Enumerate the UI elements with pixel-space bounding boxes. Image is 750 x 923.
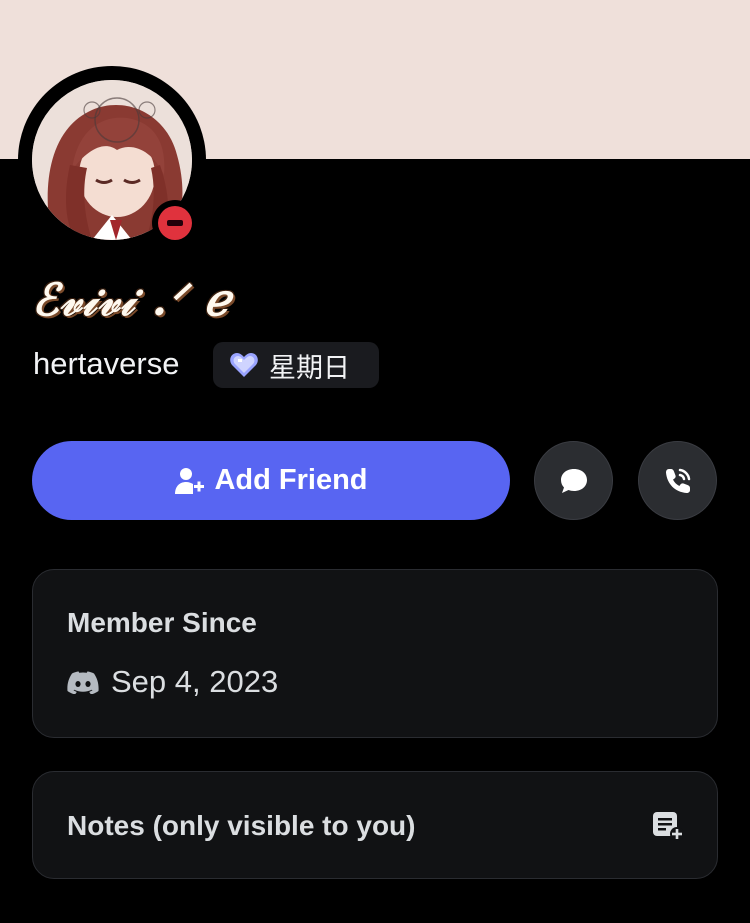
- clan-tag-badge[interactable]: 星期日: [213, 342, 379, 388]
- notes-label: Notes (only visible to you): [67, 810, 416, 841]
- chat-bubble-icon: [560, 468, 587, 493]
- dnd-status-icon: [152, 200, 198, 246]
- notes-field[interactable]: Notes (only visible to you): [32, 771, 718, 879]
- add-friend-button[interactable]: Add Friend: [32, 441, 510, 520]
- member-since-card: Member Since Sep 4, 2023: [32, 569, 718, 738]
- member-since-row: Sep 4, 2023: [67, 664, 278, 700]
- display-name: ℰ𝓋𝒾𝓋𝒾 .ᐟ ℯ: [32, 275, 232, 326]
- add-note-icon[interactable]: [651, 810, 685, 842]
- member-since-title: Member Since: [67, 607, 257, 638]
- phone-call-icon: [665, 468, 690, 493]
- member-since-date: Sep 4, 2023: [111, 664, 279, 699]
- username: hertaverse: [33, 346, 180, 381]
- add-friend-icon: [175, 467, 205, 494]
- message-button[interactable]: [534, 441, 613, 520]
- clan-tag-text: 星期日: [269, 352, 350, 384]
- discord-logo-icon: [67, 671, 99, 694]
- add-friend-label: Add Friend: [214, 464, 368, 496]
- call-button[interactable]: [638, 441, 717, 520]
- heart-icon: [230, 353, 258, 377]
